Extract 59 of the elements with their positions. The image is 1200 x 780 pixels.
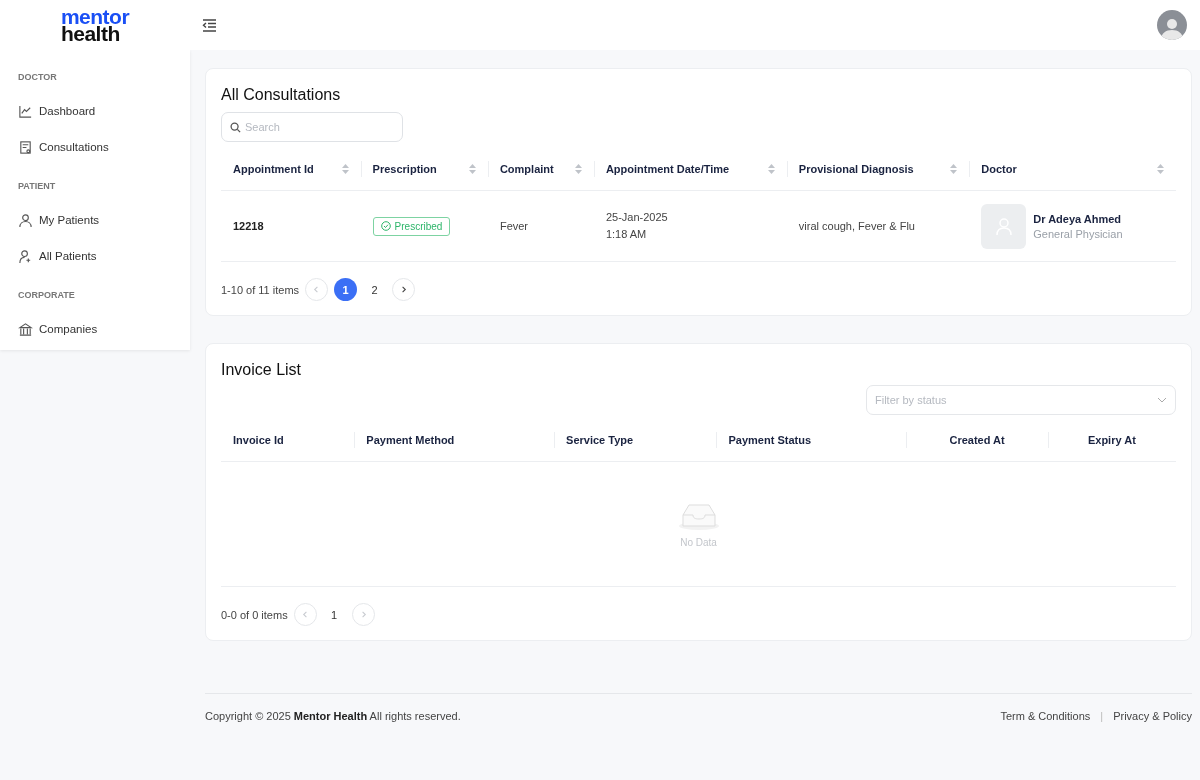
table-cell: viral cough, Fever & Flu bbox=[798, 220, 915, 232]
page-button[interactable]: 2 bbox=[363, 278, 387, 301]
sort-icon[interactable] bbox=[574, 164, 582, 174]
table-cell: Fever bbox=[499, 220, 529, 232]
sort-icon[interactable] bbox=[341, 164, 349, 174]
nav-link[interactable]: Dashboard bbox=[39, 105, 96, 117]
section-heading: PATIENT bbox=[17, 180, 57, 193]
column-header: Expiry At bbox=[1087, 434, 1136, 446]
section-heading: CORPORATE bbox=[17, 289, 76, 302]
column-header: Created At bbox=[949, 434, 1005, 446]
section-heading: DOCTOR bbox=[17, 71, 58, 84]
footer-link[interactable]: Privacy & Policy bbox=[1113, 710, 1192, 722]
bank-icon bbox=[18, 321, 33, 337]
separator: | bbox=[1100, 710, 1104, 722]
document-icon bbox=[18, 139, 33, 155]
page-button[interactable]: 1 bbox=[334, 278, 358, 301]
column-header: Service Type bbox=[566, 434, 634, 446]
search-field[interactable]: Search bbox=[221, 112, 403, 142]
empty-text: No Data bbox=[680, 536, 717, 548]
nav-link[interactable]: All Patients bbox=[39, 250, 97, 262]
nav-link[interactable]: Companies bbox=[39, 323, 98, 335]
card-title: Invoice List bbox=[221, 361, 303, 379]
page-button[interactable]: 1 bbox=[322, 603, 346, 626]
pagination-summary: 0-0 of 0 items bbox=[221, 608, 288, 621]
menu-icon[interactable] bbox=[200, 16, 219, 34]
column-header[interactable]: Appointment Date/Time bbox=[605, 163, 730, 175]
chart-icon bbox=[18, 103, 33, 119]
column-header[interactable]: Provisional Diagnosis bbox=[798, 163, 914, 175]
nav-link[interactable]: Consultations bbox=[39, 141, 109, 153]
avatar[interactable] bbox=[1157, 10, 1187, 40]
status-filter-dropdown[interactable]: Filter by status bbox=[866, 385, 1176, 415]
next-page-button[interactable] bbox=[392, 278, 416, 301]
table-cell: 12218 bbox=[233, 220, 264, 232]
card-title: All Consultations bbox=[221, 86, 342, 104]
sort-icon[interactable] bbox=[1157, 164, 1164, 174]
nav-link[interactable]: My Patients bbox=[39, 214, 100, 226]
column-header[interactable]: Complaint bbox=[499, 163, 554, 175]
column-header[interactable]: Appointment Id bbox=[233, 163, 314, 175]
column-header[interactable]: Doctor bbox=[981, 163, 1017, 175]
sort-icon[interactable] bbox=[950, 164, 958, 174]
doctor-name: Dr Adeya Ahmed bbox=[1033, 212, 1123, 225]
column-header: Invoice Id bbox=[233, 434, 284, 446]
user-icon bbox=[18, 212, 33, 228]
sort-icon[interactable] bbox=[468, 164, 476, 174]
sort-icon[interactable] bbox=[767, 164, 775, 174]
doctor-specialty: General Physician bbox=[1033, 227, 1123, 240]
column-header[interactable]: Prescription bbox=[372, 163, 437, 175]
pagination-summary: 1-10 of 11 items bbox=[221, 283, 300, 296]
chevron-left-icon bbox=[300, 610, 310, 619]
column-header: Payment Status bbox=[728, 434, 811, 446]
chevron-down-icon bbox=[1157, 397, 1167, 403]
column-header: Payment Method bbox=[366, 434, 455, 446]
search-icon bbox=[230, 122, 241, 133]
status-badge: Prescribed bbox=[372, 216, 451, 236]
copyright-text: Copyright © 2025 Mentor Health All rights reserved. bbox=[205, 710, 461, 722]
logo: mentor health bbox=[60, 8, 130, 42]
table-cell-text: 25-Jan-2025 1:18 AM bbox=[605, 210, 669, 242]
chevron-right-icon bbox=[399, 285, 409, 294]
footer-link[interactable]: Term & Conditions bbox=[1000, 710, 1091, 722]
